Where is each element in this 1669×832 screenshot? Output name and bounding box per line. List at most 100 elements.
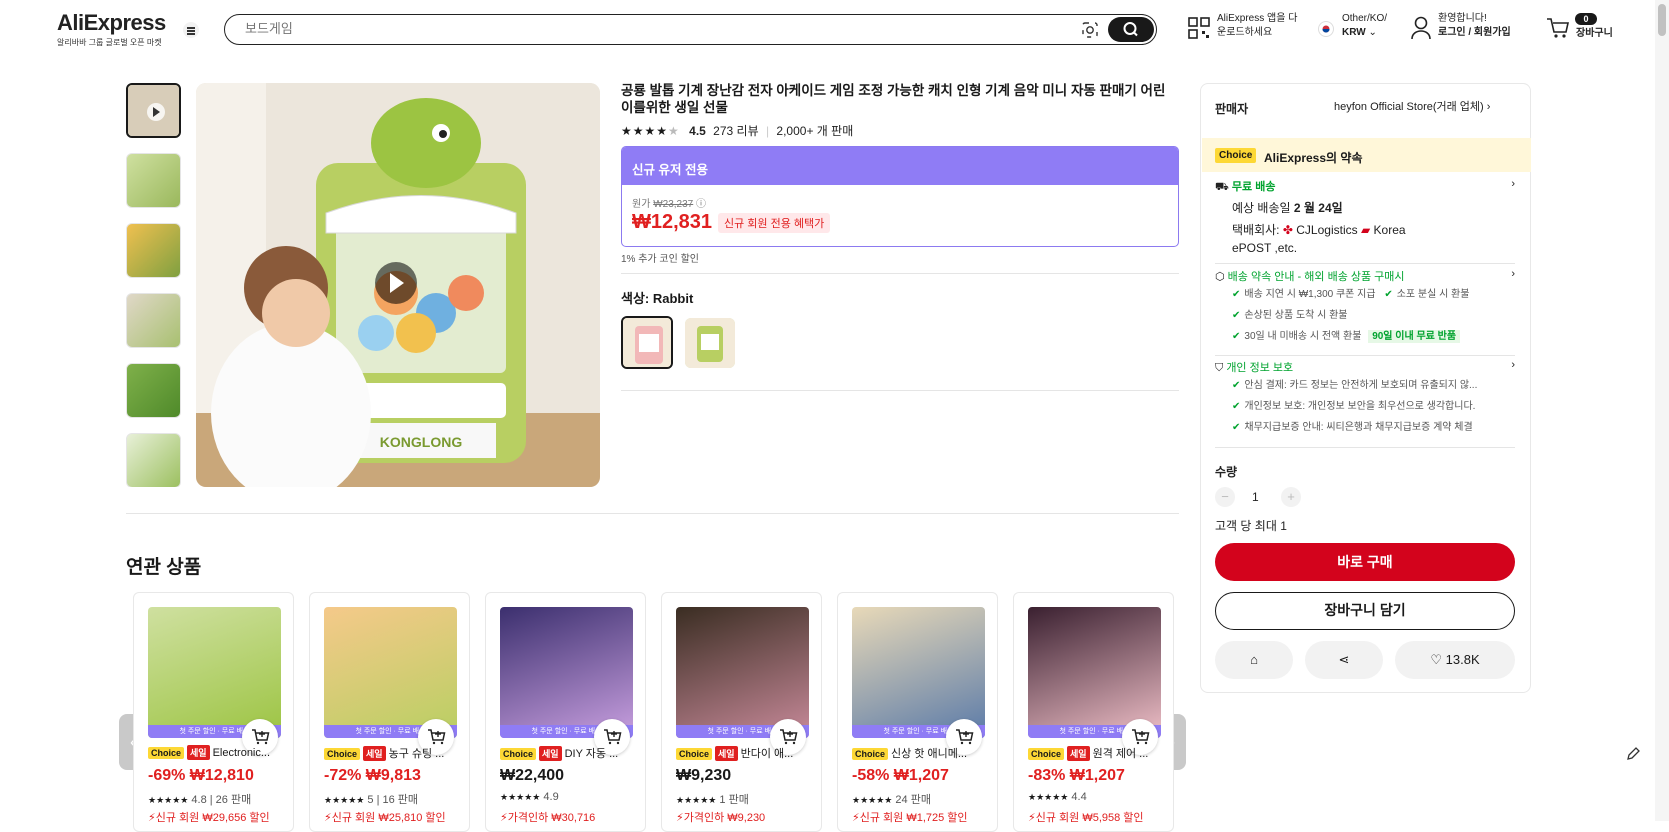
choice-badge: Choice [676,748,713,760]
thumbnail-list [126,83,182,487]
qty-value[interactable]: 1 [1252,490,1259,504]
cj-logo-icon: ✤ [1282,223,1293,237]
color-swatch-rabbit[interactable] [621,316,673,369]
star-rating-icon: ★★★★★ [852,795,893,805]
coin-discount-note: 1% 추가 코인 할인 [621,254,699,265]
color-swatch-dino[interactable] [685,318,735,368]
stats-text: 1 판매 [719,794,749,806]
search-input[interactable] [245,21,1065,36]
user-icon[interactable] [1410,16,1432,40]
choice-badge: Choice [1028,748,1065,760]
purchase-panel: 판매자 heyfon Official Store(거래 업체) › Choic… [1200,83,1531,693]
free-return-tag: 90일 이내 무료 반품 [1368,330,1461,343]
related-product-card[interactable]: 첫 주문 할인 · 무료 배송 Choice 세일 농구 슈팅 ... -72% ₩… [309,592,470,832]
cart-icon[interactable] [1546,17,1570,39]
free-ship-label: 무료 배송 [1231,181,1276,193]
thumbnail-video[interactable] [126,83,181,138]
product-price: -69% ₩12,810 [148,767,254,784]
stats-text: 4.8 | 26 판매 [191,794,252,806]
carrier-row: 택배회사: ✤ CJLogistics ▰ Korea ePOST ,etc. [1232,221,1522,257]
aliexpress-logo[interactable]: AliExpress 알리바바 그룹 글로벌 오픈 마켓 [57,10,166,48]
free-shipping-row[interactable]: ⛟ 무료 배송 › [1215,178,1515,195]
cart-count-badge: 0 [1575,13,1597,25]
privacy-row[interactable]: ⛉ 개인 정보 보호 › [1215,359,1515,375]
epost-logo-icon: ▰ [1360,223,1371,237]
promise-line: ✔ 손상된 상품 도착 시 환불 [1232,306,1348,326]
product-stats: ★★★★★ 1 판매 [676,791,749,807]
seller-label: 판매자 [1215,102,1249,116]
chevron-down-icon: ⌄ [1368,27,1377,38]
rating-value: 4.5 [689,124,706,138]
thumbnail-image[interactable] [126,363,181,418]
product-price: ₩22,400 [500,767,565,784]
promo-note: ⚡신규 회원 ₩25,810 할인 [324,809,446,825]
delivery-promise-row[interactable]: ⬡ 배송 약속 안내 - 해외 배송 상품 구매시 › [1215,268,1515,284]
privacy-line: ✔ 안심 결제: 카드 정보는 안전하게 보호되며 유출되지 않... [1232,376,1477,396]
buy-now-button[interactable]: 바로 구매 [1215,543,1515,581]
camera-search-icon[interactable] [1080,20,1100,40]
star-rating-icon: ★★★★★ [500,792,541,802]
note-text: 가격인하 ₩30,716 [507,812,596,824]
promise2: 소포 분실 시 환불 [1396,289,1470,300]
wishlist-button[interactable]: ♡ 13.8K [1395,641,1515,679]
divider [621,390,1179,391]
qr-code-icon[interactable] [1188,17,1210,39]
locale-selector[interactable]: Other/KO/ KRW ⌄ [1342,12,1387,40]
privacy-line: ✔ 채무지급보증 안내: 씨티은행과 채무지급보증 계약 체결 [1232,418,1473,438]
check-icon: ✔ [1232,380,1241,391]
search-bar [224,14,1157,45]
add-to-cart-button[interactable]: 장바구니 담기 [1215,592,1515,630]
chevron-right-icon: › [1511,178,1515,190]
choice-badge: Choice [500,748,537,760]
share-button[interactable]: ⋖ [1305,641,1383,679]
search-button[interactable] [1108,17,1154,42]
related-product-card[interactable]: 첫 주문 할인 · 무료 배송 Choice 세일 DIY 자동 ... ₩22,4… [485,592,646,832]
check-icon: ✔ [1232,422,1241,433]
package-icon: ⬡ [1215,271,1225,283]
app-line2: 운로드하세요 [1217,27,1273,38]
original-price-row: 원가 ₩23,237 ⓘ [632,195,706,210]
choice-badge: Choice [1215,148,1257,163]
scrollbar-thumb[interactable] [1658,4,1666,36]
related-product-card[interactable]: 첫 주문 할인 · 무료 배송 Choice 세일 원격 제어 ... -83% ₩… [1013,592,1174,832]
privacy-line: ✔ 개인정보 보호: 개인정보 보안을 최우선으로 생각합니다. [1232,397,1475,417]
search-icon [1123,22,1138,37]
choice-badge: Choice [148,747,185,759]
product-price: -72% ₩9,813 [324,767,421,784]
scrollbar[interactable] [1655,0,1669,821]
thumbnail-image[interactable] [126,293,181,348]
info-icon[interactable]: ⓘ [696,199,706,210]
login-link[interactable]: 환영합니다! 로그인 / 회원가입 [1438,12,1511,40]
flame-icon: ⚡ [148,812,156,824]
note-text: 신규 회원 ₩5,958 할인 [1035,812,1144,824]
wish-count: 13.8K [1445,652,1480,667]
thumbnail-image[interactable] [126,433,181,487]
cart-label[interactable]: 장바구니 [1576,27,1613,41]
menu-icon[interactable] [183,22,199,38]
main-product-image[interactable]: KONGLONG [196,83,600,487]
promo-note: ⚡신규 회원 ₩29,656 할인 [148,809,270,825]
store-icon: ⌂ [1250,652,1258,667]
check-icon: ✔ [1232,401,1241,412]
download-app-link[interactable]: AliExpress 앱을 다 운로드하세요 [1217,12,1297,40]
thumbnail-image[interactable] [126,223,181,278]
related-product-card[interactable]: 첫 주문 할인 · 무료 배송 Choice 세일 반다이 애... ₩9,230 … [661,592,822,832]
store-button[interactable]: ⌂ [1215,641,1293,679]
rating-row[interactable]: ★★★★★ 4.5 273 리뷰 | 2,000+ 개 판매 [621,122,853,139]
promo-header: 신규 유저 전용 [622,147,1178,185]
qty-decrease-button[interactable]: − [1215,487,1235,507]
related-product-card[interactable]: 첫 주문 할인 · 무료 배송 Choice 세일 Electronic... -6… [133,592,294,832]
divider [1215,263,1515,264]
truck-icon: ⛟ [1215,181,1229,193]
related-product-card[interactable]: 첫 주문 할인 · 무료 배송 Choice 신상 핫 애니메... -58% ₩… [837,592,998,832]
qty-increase-button[interactable]: + [1281,487,1301,507]
carrier-label: 택배회사: [1232,223,1280,237]
quantity-label: 수량 [1215,465,1238,479]
shield-icon: ⛉ [1215,362,1224,374]
seller-store-link[interactable]: heyfon Official Store(거래 업체) › [1334,98,1490,114]
thumbnail-image[interactable] [126,153,181,208]
sale-badge: 세일 [1067,746,1090,761]
promo-note: ⚡가격인하 ₩9,230 [676,809,765,825]
edit-feedback-icon[interactable] [1625,746,1641,762]
check-icon: ✔ [1232,289,1241,300]
